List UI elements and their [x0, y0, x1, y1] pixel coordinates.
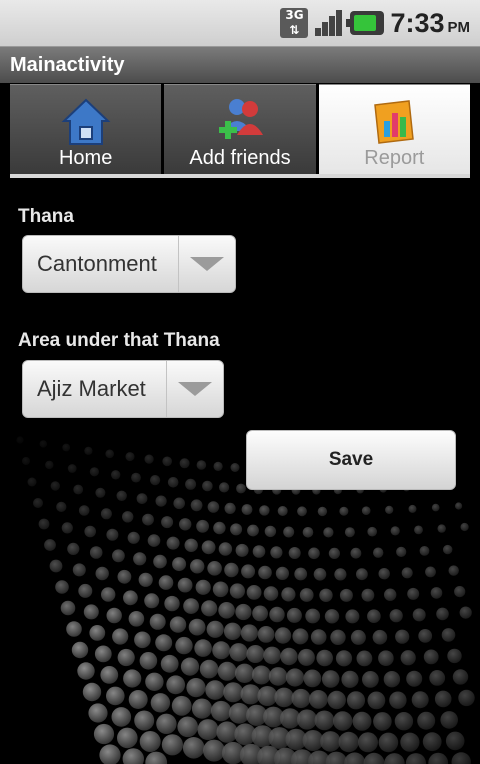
thana-spinner-value: Cantonment — [37, 251, 157, 276]
status-icons: 3G ⇅ 7:33 PM — [280, 6, 470, 40]
app-title: Mainactivity — [10, 54, 125, 76]
battery-charging-icon — [346, 11, 385, 35]
home-icon — [61, 98, 111, 145]
area-spinner-value: Ajiz Market — [37, 376, 146, 401]
tab-report[interactable]: Report — [318, 84, 470, 174]
area-spinner[interactable]: Ajiz Market — [22, 360, 224, 418]
clock-ampm: PM — [447, 18, 471, 36]
status-bar: 3G ⇅ 7:33 PM — [0, 0, 480, 47]
tab-home-label: Home — [58, 147, 113, 169]
add-friends-icon — [218, 99, 263, 139]
thana-label: Thana — [18, 206, 74, 227]
tab-report-label: Report — [364, 147, 425, 169]
save-button-label: Save — [328, 449, 374, 470]
save-button[interactable]: Save — [246, 430, 456, 490]
tab-add-friends[interactable]: Add friends — [164, 84, 316, 174]
area-label: Area under that Thana — [18, 330, 220, 351]
report-icon — [374, 100, 415, 144]
chevron-down-icon — [190, 257, 224, 271]
tab-bar: Home Add friends Report — [10, 84, 470, 174]
clock: 7:33 PM — [390, 8, 470, 39]
3g-icon: 3G ⇅ — [280, 8, 309, 38]
app-title-bar: Mainactivity — [0, 47, 480, 83]
tab-add-friends-label: Add friends — [189, 147, 291, 169]
network-type-label: 3G — [285, 8, 304, 22]
tab-divider — [10, 174, 470, 178]
network-activity-label: ⇅ — [289, 23, 300, 37]
thana-dropdown-toggle[interactable] — [178, 236, 235, 292]
tab-home[interactable]: Home — [10, 84, 162, 174]
clock-time: 7:33 — [390, 7, 445, 38]
thana-spinner[interactable]: Cantonment — [22, 235, 236, 293]
signal-icon — [314, 8, 344, 38]
area-dropdown-toggle[interactable] — [166, 361, 223, 417]
chevron-down-icon — [178, 382, 212, 396]
